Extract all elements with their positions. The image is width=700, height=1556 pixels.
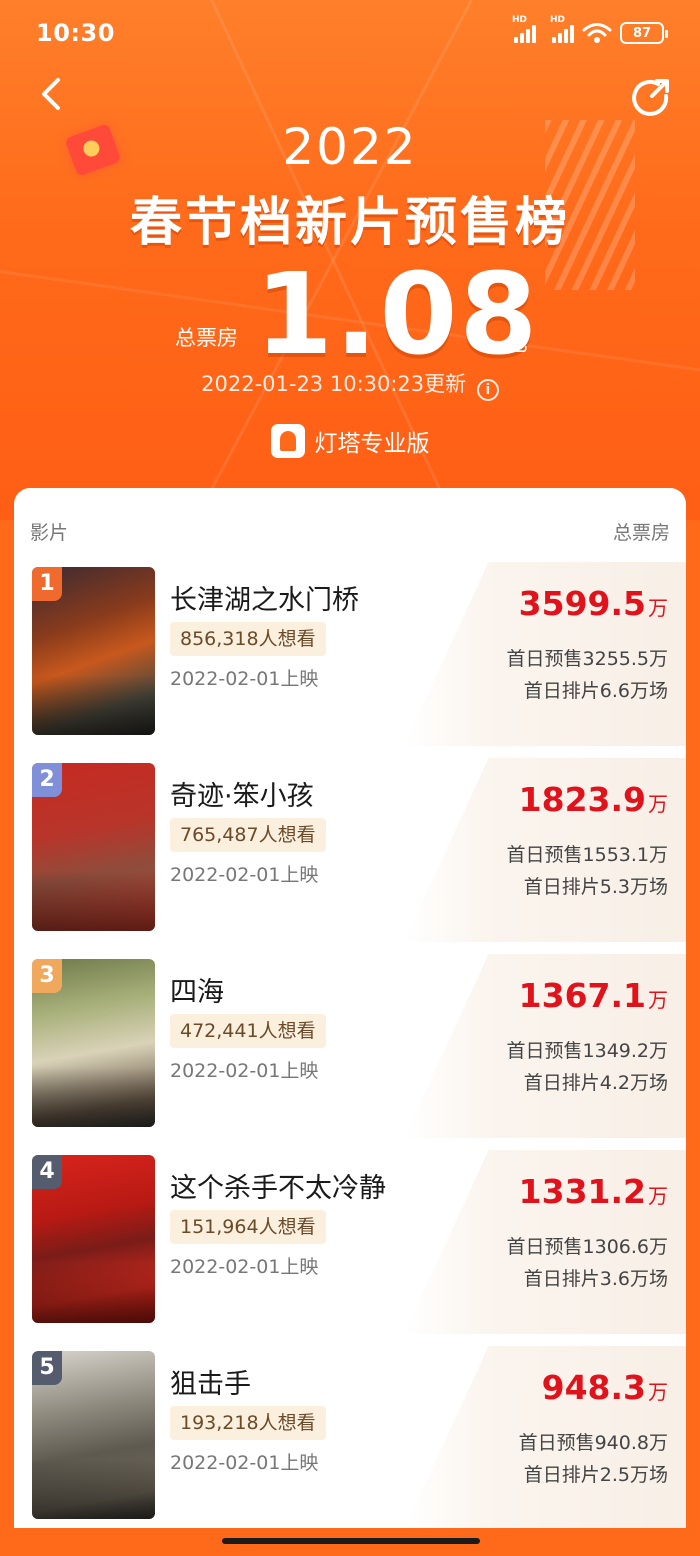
film-title: 奇迹·笨小孩 [170, 781, 314, 812]
total-value: 1.08 [255, 250, 540, 380]
rank-badge: 5 [32, 1351, 62, 1385]
status-time: 10:30 [36, 19, 115, 47]
update-time-row: 2022-01-23 10:30:23更新 i [0, 368, 700, 401]
want-count: 151,964人想看 [170, 1210, 326, 1244]
release-date: 2022-02-01上映 [170, 668, 319, 690]
first-day-screenings: 首日排片3.6万场 [523, 1268, 668, 1290]
wifi-icon [582, 23, 612, 43]
film-row[interactable]: 4 这个杀手不太冷静 151,964人想看 2022-02-01上映 1331.… [14, 1150, 686, 1346]
rank-badge: 4 [32, 1155, 62, 1189]
signal-icon: HD [512, 15, 536, 43]
page-title: 春节档新片预售榜 [129, 193, 570, 253]
box-office-value: 948.3 万 [541, 1368, 668, 1407]
film-title: 长津湖之水门桥 [170, 585, 359, 616]
hd-label: HD [512, 15, 528, 25]
box-office-value: 1823.9 万 [518, 780, 668, 819]
film-poster: 2 [32, 763, 155, 931]
film-row[interactable]: 1 长津湖之水门桥 856,318人想看 2022-02-01上映 3599.5… [14, 562, 686, 758]
film-row[interactable]: 5 狙击手 193,218人想看 2022-02-01上映 948.3 万 首日预… [14, 1346, 686, 1528]
header-banner: 10:30 HD HD 87 2022 春节档新片预售榜 总票房 1.08 亿 … [0, 0, 700, 520]
first-day-screenings: 首日排片5.3万场 [523, 876, 668, 898]
release-date: 2022-02-01上映 [170, 1452, 319, 1474]
share-icon[interactable] [628, 76, 672, 120]
status-icons: HD HD 87 [512, 15, 668, 44]
status-bar: 10:30 HD HD 87 [0, 0, 700, 66]
column-box-office: 总票房 [612, 522, 670, 544]
release-date: 2022-02-01上映 [170, 864, 319, 886]
film-poster: 3 [32, 959, 155, 1127]
info-icon[interactable]: i [476, 379, 499, 401]
battery-icon: 87 [620, 22, 668, 44]
film-poster: 5 [32, 1351, 155, 1519]
first-day-presale: 首日预售940.8万 [518, 1432, 668, 1454]
want-count: 193,218人想看 [170, 1406, 326, 1440]
film-poster: 4 [32, 1155, 155, 1323]
release-date: 2022-02-01上映 [170, 1060, 319, 1082]
title-year: 2022 [282, 118, 418, 176]
total-unit: 亿 [506, 332, 529, 357]
brand-name: 灯塔专业版 [314, 431, 430, 457]
total-box-office: 总票房 1.08 亿 [0, 250, 700, 380]
release-date: 2022-02-01上映 [170, 1256, 319, 1278]
list-header: 影片 总票房 [14, 488, 686, 558]
film-poster: 1 [32, 567, 155, 735]
first-day-screenings: 首日排片2.5万场 [523, 1464, 668, 1486]
first-day-presale: 首日预售1349.2万 [506, 1040, 668, 1062]
signal-icon: HD [550, 15, 574, 43]
film-title: 四海 [170, 977, 224, 1008]
film-row[interactable]: 3 四海 472,441人想看 2022-02-01上映 1367.1 万 首日预… [14, 954, 686, 1150]
box-office-value: 1331.2 万 [518, 1172, 668, 1211]
first-day-screenings: 首日排片4.2万场 [523, 1072, 668, 1094]
film-row[interactable]: 2 奇迹·笨小孩 765,487人想看 2022-02-01上映 1823.9 万… [14, 758, 686, 954]
want-count: 765,487人想看 [170, 818, 326, 852]
first-day-presale: 首日预售1306.6万 [506, 1236, 668, 1258]
rank-badge: 2 [32, 763, 62, 797]
box-office-value: 3599.5 万 [518, 584, 668, 623]
column-film: 影片 [30, 522, 69, 544]
ranking-list: 影片 总票房 1 长津湖之水门桥 856,318人想看 2022-02-01上映… [14, 488, 686, 1528]
home-indicator[interactable] [222, 1538, 480, 1544]
brand-row: 灯塔专业版 [0, 424, 700, 458]
rank-badge: 3 [32, 959, 62, 993]
update-time: 2022-01-23 10:30:23更新 [201, 372, 467, 396]
box-office-value: 1367.1 万 [518, 976, 668, 1015]
want-count: 856,318人想看 [170, 622, 326, 656]
want-count: 472,441人想看 [170, 1014, 326, 1048]
rank-badge: 1 [32, 567, 62, 601]
hd-label: HD [550, 15, 566, 25]
total-label: 总票房 [175, 326, 238, 350]
film-title: 狙击手 [170, 1369, 251, 1400]
back-arrow-icon[interactable] [32, 72, 72, 116]
first-day-presale: 首日预售3255.5万 [506, 648, 668, 670]
first-day-screenings: 首日排片6.6万场 [523, 680, 668, 702]
film-title: 这个杀手不太冷静 [170, 1173, 386, 1204]
brand-logo-icon [270, 424, 305, 458]
first-day-presale: 首日预售1553.1万 [506, 844, 668, 866]
